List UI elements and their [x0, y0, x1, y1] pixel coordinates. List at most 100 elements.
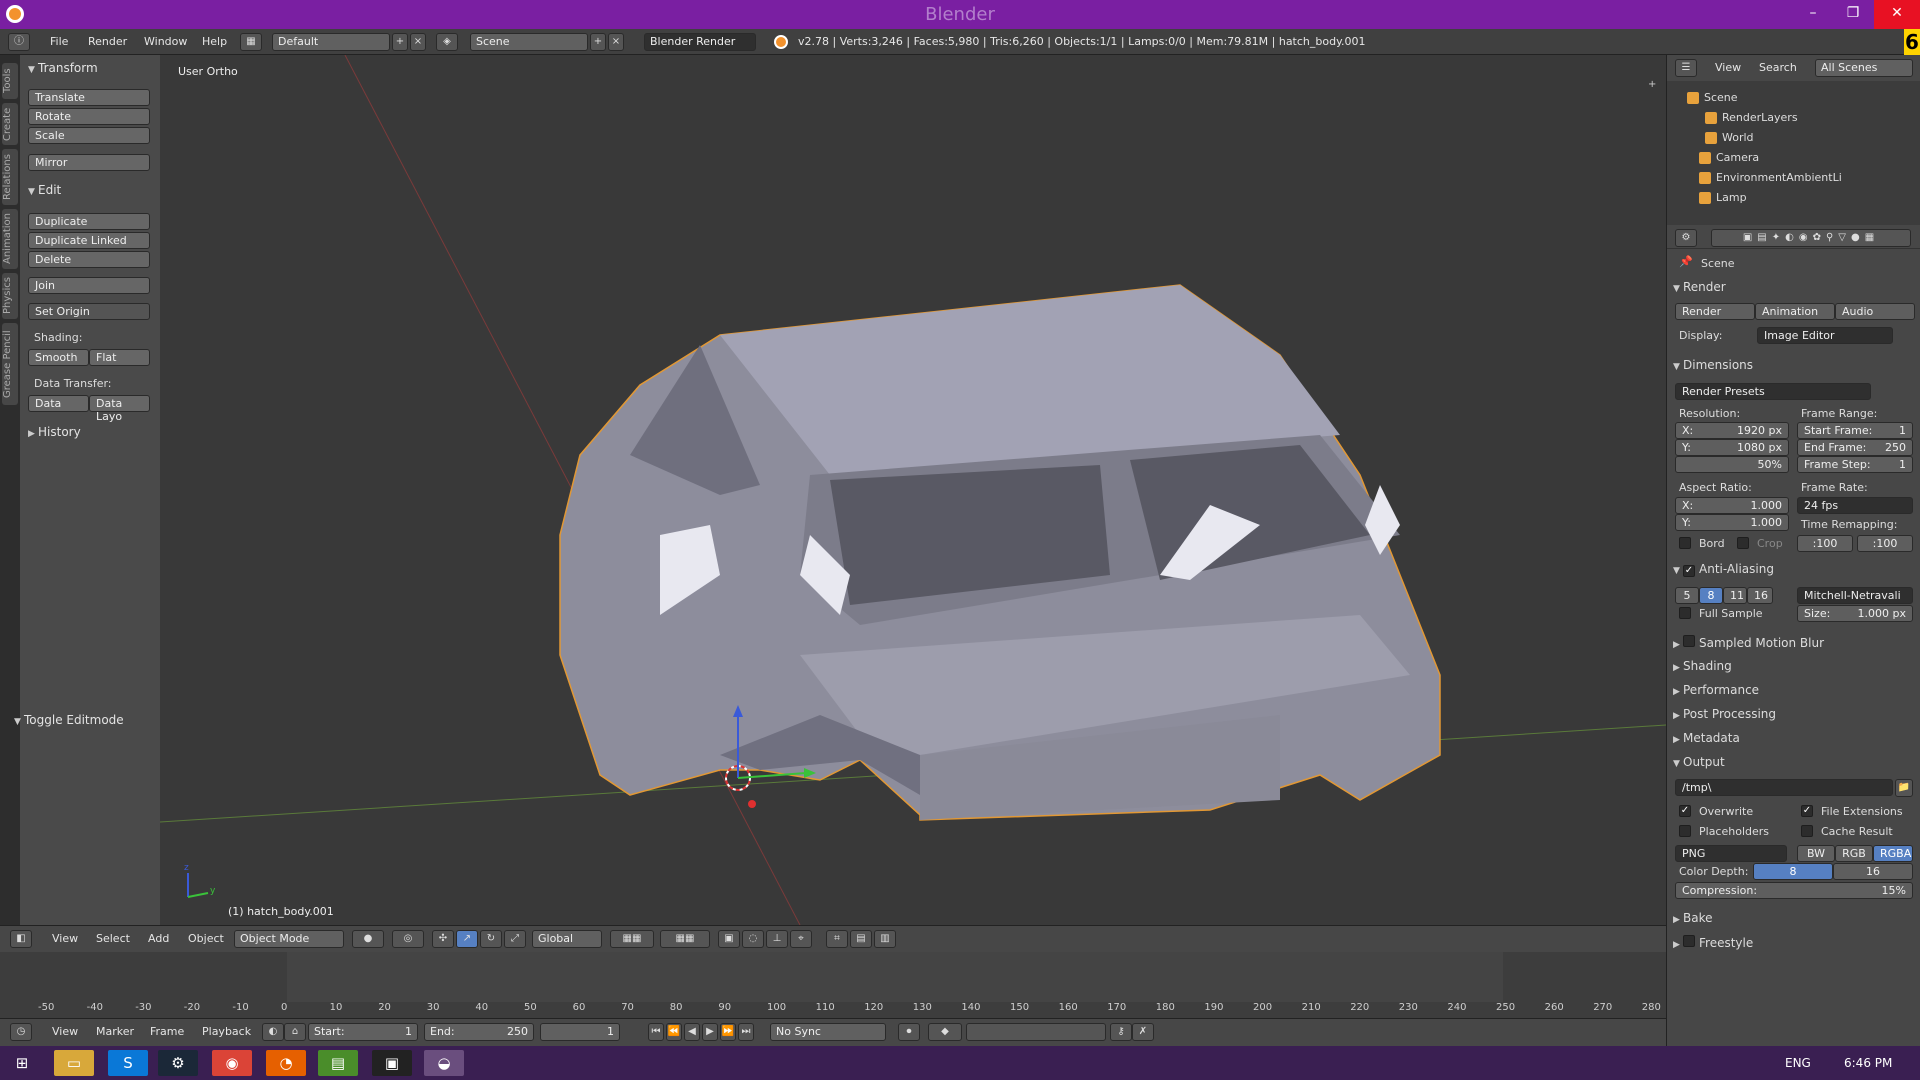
set-origin-select[interactable]: Set Origin	[28, 303, 150, 320]
delete-button[interactable]: Delete	[28, 251, 150, 268]
add-scene-icon[interactable]: +	[590, 33, 606, 51]
dimensions-panel-header[interactable]: ▼ Dimensions	[1673, 358, 1753, 372]
color-depth-8[interactable]: 8	[1753, 863, 1833, 880]
maximize-button[interactable]: ❐	[1836, 0, 1870, 29]
end-frame-field[interactable]: End: 250	[424, 1023, 534, 1041]
resolution-x-field[interactable]: X: 1920 px	[1675, 422, 1789, 439]
outliner-item[interactable]: World	[1705, 131, 1754, 144]
scale-button[interactable]: Scale	[28, 127, 150, 144]
outliner-item[interactable]: Camera	[1699, 151, 1759, 164]
tab-relations[interactable]: Relations	[2, 149, 18, 205]
menu-render[interactable]: Render	[88, 35, 127, 48]
compression-slider[interactable]: Compression: 15%	[1675, 882, 1913, 899]
output-path-field[interactable]: /tmp\	[1675, 779, 1893, 796]
layers2-icon[interactable]: ▦▦	[660, 930, 710, 948]
record-icon[interactable]: ⏺	[898, 1023, 920, 1041]
outliner-item[interactable]: Lamp	[1699, 191, 1747, 204]
menu-window[interactable]: Window	[144, 35, 187, 48]
tab-create[interactable]: Create	[2, 103, 18, 145]
display-select[interactable]: Image Editor	[1757, 327, 1893, 344]
jump-prev-key-icon[interactable]: ⏪	[666, 1023, 682, 1041]
aa-panel-header[interactable]: ▼ ✓ Anti-Aliasing	[1673, 562, 1774, 577]
menu-tl-view[interactable]: View	[52, 1025, 78, 1038]
lock-layers-icon[interactable]: ▣	[718, 930, 740, 948]
menu-select[interactable]: Select	[96, 932, 130, 945]
menu-object[interactable]: Object	[188, 932, 224, 945]
pin-icon[interactable]: 📌	[1679, 255, 1693, 268]
orientation-select[interactable]: Global	[532, 930, 602, 948]
bake-panel-header[interactable]: ▶ Bake	[1673, 911, 1713, 925]
screen-layout-field[interactable]: Default	[272, 33, 390, 51]
file-format-select[interactable]: PNG	[1675, 845, 1787, 862]
frame-rate-select[interactable]: 24 fps	[1797, 497, 1913, 514]
render-button[interactable]: Render	[1675, 303, 1755, 320]
layers-icon[interactable]: ▦▦	[610, 930, 654, 948]
menu-playback[interactable]: Playback	[202, 1025, 251, 1038]
scene-icon[interactable]: ◈	[436, 33, 458, 51]
file-explorer-icon[interactable]: ▭	[54, 1050, 94, 1076]
data-button[interactable]: Data	[28, 395, 89, 412]
aa-filter-select[interactable]: Mitchell-Netravali	[1797, 587, 1913, 604]
start-button-icon[interactable]: ⊞	[2, 1050, 42, 1076]
screen-layout-icon[interactable]: ▦	[240, 33, 262, 51]
bw-button[interactable]: BW	[1797, 845, 1835, 862]
opengl-render-icon[interactable]: ▤	[850, 930, 872, 948]
rgba-button[interactable]: RGBA	[1873, 845, 1913, 862]
aa-samples-16[interactable]: 16	[1747, 587, 1773, 604]
aa-size-field[interactable]: Size: 1.000 px	[1797, 605, 1913, 622]
play-icon[interactable]: ▶	[702, 1023, 718, 1041]
metadata-panel-header[interactable]: ▶ Metadata	[1673, 731, 1740, 745]
remap-old-field[interactable]: :100	[1797, 535, 1853, 552]
remove-scene-icon[interactable]: ×	[608, 33, 624, 51]
delete-key-icon[interactable]: ✗	[1132, 1023, 1154, 1041]
aspect-x-field[interactable]: X: 1.000	[1675, 497, 1789, 514]
duplicate-button[interactable]: Duplicate	[28, 213, 150, 230]
translate-button[interactable]: Translate	[28, 89, 150, 106]
translate-manipulator-icon[interactable]: ↗	[456, 930, 478, 948]
mirror-button[interactable]: Mirror	[28, 154, 150, 171]
insert-key-icon[interactable]: ⚷	[1110, 1023, 1132, 1041]
proportional-icon[interactable]: ◌	[742, 930, 764, 948]
resolution-percent-field[interactable]: 50%	[1675, 456, 1789, 473]
properties-context-tabs[interactable]: ▣▤✦◐◉✿⚲▽●▦	[1711, 229, 1911, 247]
blender-taskbar-icon[interactable]: ◒	[424, 1050, 464, 1076]
editor-type-outliner-icon[interactable]: ☰	[1675, 59, 1697, 77]
full-sample-checkbox[interactable]	[1679, 607, 1691, 619]
menu-help[interactable]: Help	[202, 35, 227, 48]
menu-frame[interactable]: Frame	[150, 1025, 184, 1038]
end-frame-prop[interactable]: End Frame: 250	[1797, 439, 1913, 456]
performance-panel-header[interactable]: ▶ Performance	[1673, 683, 1759, 697]
outliner-menu-view[interactable]: View	[1715, 61, 1741, 74]
outliner-item[interactable]: RenderLayers	[1705, 111, 1798, 124]
editor-type-timeline-icon[interactable]: ◷	[10, 1023, 32, 1041]
editor-type-props-icon[interactable]: ⚙	[1675, 229, 1697, 247]
edit-panel-header[interactable]: ▼ Edit	[28, 183, 61, 197]
freestyle-panel-header[interactable]: ▶ Freestyle	[1673, 935, 1753, 950]
rotate-manipulator-icon[interactable]: ↻	[480, 930, 502, 948]
remove-layout-icon[interactable]: ×	[410, 33, 426, 51]
clock[interactable]: 6:46 PM	[1844, 1056, 1892, 1070]
manipulator-icon[interactable]: ✣	[432, 930, 454, 948]
preview-range-icon[interactable]: ◐	[262, 1023, 284, 1041]
viewport-shading-icon[interactable]: ●	[352, 930, 384, 948]
editor-type-3d-icon[interactable]: ◧	[10, 930, 32, 948]
menu-view[interactable]: View	[52, 932, 78, 945]
lock-range-icon[interactable]: ⌂	[284, 1023, 306, 1041]
firefox-icon[interactable]: ◔	[266, 1050, 306, 1076]
crop-checkbox[interactable]	[1737, 537, 1749, 549]
post-processing-panel-header[interactable]: ▶ Post Processing	[1673, 707, 1776, 721]
close-button[interactable]: ✕	[1874, 0, 1920, 29]
add-layout-icon[interactable]: +	[392, 33, 408, 51]
start-frame-field[interactable]: Start: 1	[308, 1023, 418, 1041]
render-engine-select[interactable]: Blender Render	[644, 33, 756, 51]
output-panel-header[interactable]: ▼ Output	[1673, 755, 1725, 769]
rotate-button[interactable]: Rotate	[28, 108, 150, 125]
tab-animation[interactable]: Animation	[2, 209, 18, 269]
join-button[interactable]: Join	[28, 277, 150, 294]
tab-physics[interactable]: Physics	[2, 273, 18, 319]
keying-set-icon[interactable]: ◆	[928, 1023, 962, 1041]
resolution-y-field[interactable]: Y: 1080 px	[1675, 439, 1789, 456]
play-reverse-icon[interactable]: ◀	[684, 1023, 700, 1041]
render-presets-select[interactable]: Render Presets	[1675, 383, 1871, 400]
pivot-icon[interactable]: ◎	[392, 930, 424, 948]
